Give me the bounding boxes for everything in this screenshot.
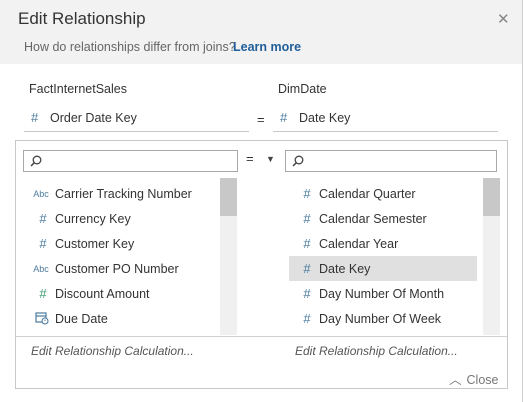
close-icon[interactable]: ✕ [497,10,510,28]
right-edit-calculation-link[interactable]: Edit Relationship Calculation... [295,344,458,358]
list-item-label: Customer Key [55,237,135,251]
left-selected-field: Order Date Key [50,111,137,125]
number-icon: # [280,110,288,125]
list-item[interactable]: # Customer Key [25,231,220,256]
relationship-operator: = [257,112,265,127]
list-item-label: Day Number Of Month [319,287,445,301]
list-item-label: Currency Key [55,212,131,226]
list-item-label: Discount Amount [55,287,150,301]
list-item[interactable]: # Date Key [289,256,477,281]
list-item[interactable]: # Discount Amount [25,281,220,306]
string-icon: Abc [33,264,49,274]
right-search-input[interactable] [308,153,490,169]
list-item-label: Date Key [319,262,371,276]
edit-relationship-dialog: Edit Relationship ✕ How do relationships… [0,0,523,402]
search-icon [30,155,42,167]
left-field-list: Abc Carrier Tracking Number # Currency Key #… [25,178,220,335]
right-search-box[interactable] [285,150,497,172]
number-icon: # [303,261,311,276]
number-icon: # [39,286,47,301]
left-field-selector[interactable]: # Order Date Key [24,107,249,132]
left-edit-calculation-link[interactable]: Edit Relationship Calculation... [31,344,194,358]
list-item-label: Customer PO Number [55,262,179,276]
right-scrollbar-thumb[interactable] [483,178,500,216]
dialog-header: Edit Relationship ✕ How do relationships… [0,0,522,64]
right-field-selector[interactable]: # Date Key [273,107,498,132]
number-icon: # [31,110,39,125]
right-scrollbar[interactable] [483,178,500,335]
learn-more-link[interactable]: Learn more [233,40,301,54]
list-item[interactable]: Abc Customer PO Number [25,256,220,281]
string-icon: Abc [33,189,49,199]
number-icon: # [39,211,47,226]
number-icon: # [303,186,311,201]
left-search-input[interactable] [46,153,231,169]
list-item[interactable]: # Calendar Quarter [289,181,477,206]
close-button-label: Close [466,373,499,387]
list-item[interactable]: # Day Number Of Week [289,306,477,331]
date-icon [35,311,51,325]
dialog-title: Edit Relationship [18,9,146,28]
left-scrollbar[interactable] [220,178,237,335]
number-icon: # [39,236,47,251]
list-item[interactable]: Due Date [25,306,220,331]
close-button[interactable]: ︿ Close [449,369,498,388]
number-icon: # [303,236,311,251]
list-item[interactable]: # Calendar Year [289,231,477,256]
list-item-label: Day Number Of Week [319,312,442,326]
number-icon: # [303,286,311,301]
number-icon: # [303,211,311,226]
list-item-label: Calendar Semester [319,212,427,226]
left-search-box[interactable] [23,150,238,172]
chevron-up-icon: ︿ [449,373,462,387]
number-icon: # [303,311,311,326]
list-item-label: Calendar Year [319,237,399,251]
right-field-list: # Calendar Quarter # Calendar Semester # Cale… [289,178,477,335]
list-item-label: Calendar Quarter [319,187,416,201]
operator-equals[interactable]: = [246,151,254,166]
search-icon [292,155,304,167]
right-table-name: DimDate [278,82,327,96]
left-table-name: FactInternetSales [29,82,127,96]
list-item-label: Due Date [55,312,108,326]
left-scrollbar-thumb[interactable] [220,178,237,216]
list-item[interactable]: Abc Carrier Tracking Number [25,181,220,206]
list-item[interactable]: # Calendar Semester [289,206,477,231]
help-text: How do relationships differ from joins? [24,40,236,54]
list-item-label: Carrier Tracking Number [55,187,192,201]
right-selected-field: Date Key [299,111,351,125]
list-item[interactable]: # Day Number Of Month [289,281,477,306]
operator-dropdown-icon[interactable]: ▼ [266,154,275,164]
list-item[interactable]: # Currency Key [25,206,220,231]
